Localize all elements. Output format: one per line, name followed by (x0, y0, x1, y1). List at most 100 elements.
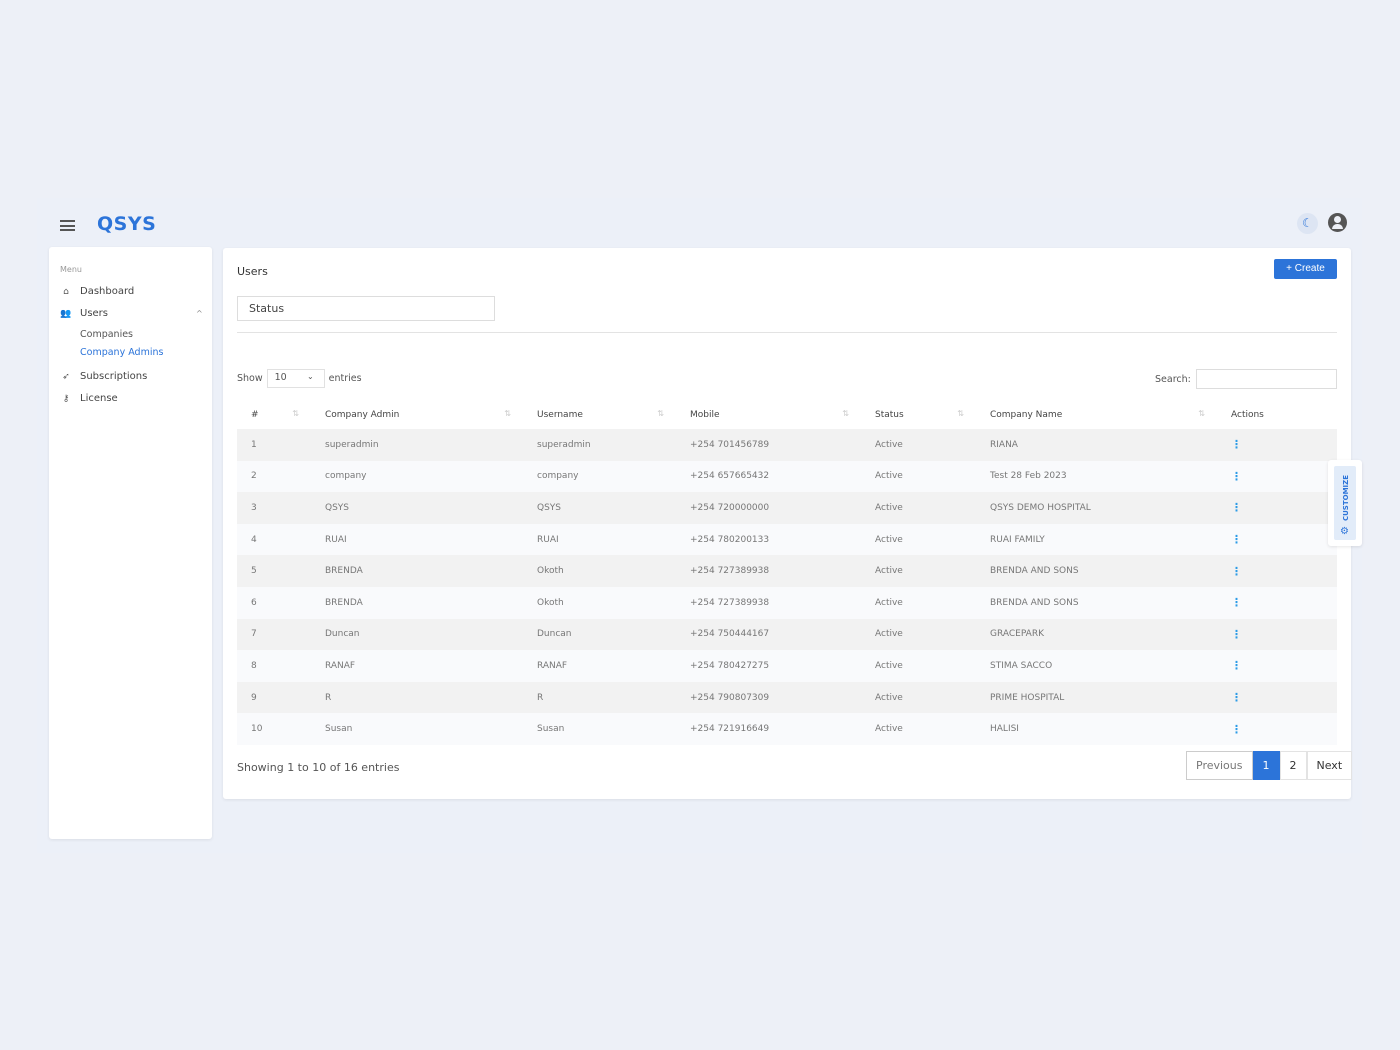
sidebar-item-companies[interactable]: Companies (80, 329, 133, 340)
table-cell: 7 (237, 618, 311, 651)
sidebar: Menu ⌂ Dashboard 👥 Users ^ Companies Compa… (49, 247, 212, 839)
table-cell: Active (861, 618, 976, 651)
actions-cell: ⋮ (1217, 492, 1337, 524)
table-cell: 9 (237, 681, 311, 714)
table-cell: company (311, 460, 523, 493)
page-size-value: 10 (274, 372, 287, 383)
table-cell: +254 750444167 (676, 618, 861, 651)
rocket-icon: ➶ (62, 371, 70, 382)
column-header[interactable]: Mobile ⇅ (676, 400, 861, 429)
table-cell: +254 721916649 (676, 713, 861, 745)
more-actions-icon[interactable]: ⋮ (1231, 723, 1242, 736)
users-card: Users + Create Status Show 10 ⌄ entries S… (223, 248, 1353, 799)
column-header-label: Actions (1231, 409, 1264, 420)
more-actions-icon[interactable]: ⋮ (1231, 501, 1242, 514)
brand-logo[interactable]: QSYS (97, 213, 156, 235)
entries-label: entries (328, 373, 362, 384)
column-header[interactable]: Company Admin ⇅ (311, 400, 523, 429)
sidebar-item-subscriptions[interactable]: ➶ Subscriptions (60, 371, 147, 382)
table-cell: 4 (237, 523, 311, 556)
column-header[interactable]: Username ⇅ (523, 400, 676, 429)
page-size-select[interactable]: 10 ⌄ (266, 369, 325, 388)
table-row: 1 superadmin superadmin +254 701456789 Activ… (237, 429, 1337, 461)
column-header[interactable]: Status ⇅ (861, 400, 976, 429)
search-input[interactable] (1195, 369, 1337, 389)
sort-icon: ⇅ (1198, 409, 1205, 418)
table-cell: QSYS (311, 492, 523, 524)
more-actions-icon[interactable]: ⋮ (1231, 533, 1242, 546)
table-cell: +254 727389938 (676, 555, 861, 587)
more-actions-icon[interactable]: ⋮ (1231, 628, 1242, 641)
table-cell: 1 (237, 429, 311, 461)
page-title: Users (237, 265, 268, 278)
table-row: 9 R R +254 790807309 Active PRIME HOSPITAL ⋮ (237, 681, 1337, 714)
plus-icon: + (1286, 263, 1293, 274)
table-cell: Active (861, 586, 976, 619)
create-button[interactable]: + Create (1274, 259, 1337, 279)
status-filter[interactable]: Status (237, 296, 495, 321)
sidebar-item-users[interactable]: 👥 Users (60, 308, 108, 319)
actions-cell: ⋮ (1217, 713, 1337, 745)
gear-icon: ⚙ (1340, 526, 1349, 537)
column-header-label: Status (875, 409, 904, 420)
table-row: 10 Susan Susan +254 721916649 Active HALISI ⋮ (237, 713, 1337, 745)
table-cell: BRENDA (311, 555, 523, 587)
next-button[interactable]: Next (1306, 751, 1353, 780)
table-cell: +254 790807309 (676, 681, 861, 714)
more-actions-icon[interactable]: ⋮ (1231, 659, 1242, 672)
sidebar-item-license[interactable]: ⚷ License (60, 393, 118, 404)
page-1-button[interactable]: 1 (1252, 751, 1280, 780)
table-row: 2 company company +254 657665432 Active Test … (237, 460, 1337, 493)
column-header-label: # (251, 409, 259, 420)
actions-cell: ⋮ (1217, 650, 1337, 682)
more-actions-icon[interactable]: ⋮ (1231, 565, 1242, 578)
more-actions-icon[interactable]: ⋮ (1231, 470, 1242, 483)
sidebar-item-dashboard[interactable]: ⌂ Dashboard (60, 286, 134, 297)
actions-cell: ⋮ (1217, 681, 1337, 714)
table-cell: +254 657665432 (676, 460, 861, 493)
column-header: Actions (1217, 400, 1337, 429)
sidebar-item-label: Subscriptions (80, 371, 148, 382)
table-cell: STIMA SACCO (976, 650, 1217, 682)
key-icon: ⚷ (62, 393, 70, 404)
sidebar-item-company-admins[interactable]: Company Admins (80, 347, 163, 358)
table-cell: BRENDA (311, 586, 523, 619)
actions-cell: ⋮ (1217, 523, 1337, 556)
more-actions-icon[interactable]: ⋮ (1231, 691, 1242, 704)
table-cell: RUAI FAMILY (976, 523, 1217, 556)
more-actions-icon[interactable]: ⋮ (1231, 596, 1242, 609)
table-cell: Duncan (523, 618, 676, 651)
actions-cell: ⋮ (1217, 586, 1337, 619)
table-cell: 5 (237, 555, 311, 587)
table-cell: +254 720000000 (676, 492, 861, 524)
user-circle-icon[interactable] (1328, 213, 1347, 232)
create-label: Create (1294, 263, 1325, 274)
actions-cell: ⋮ (1217, 555, 1337, 587)
column-header[interactable]: Company Name ⇅ (976, 400, 1217, 429)
show-label: Show (237, 373, 263, 384)
table-cell: RUAI (311, 523, 523, 556)
column-header[interactable]: # ⇅ (237, 400, 311, 429)
customize-panel-tab: CUSTOMIZE ⚙ (1334, 466, 1356, 540)
moon-icon[interactable]: ☾ (1297, 213, 1318, 234)
table-cell: Active (861, 681, 976, 714)
divider (237, 332, 1337, 333)
search-label: Search: (1155, 373, 1191, 385)
column-header-label: Username (537, 409, 583, 420)
page-2-button[interactable]: 2 (1279, 751, 1307, 780)
sort-icon: ⇅ (504, 409, 511, 418)
chevron-up-icon[interactable]: ^ (196, 309, 203, 318)
table-cell: PRIME HOSPITAL (976, 681, 1217, 714)
table-cell: BRENDA AND SONS (976, 586, 1217, 619)
table-row: 7 Duncan Duncan +254 750444167 Active GRACEPA… (237, 618, 1337, 651)
customize-button[interactable]: CUSTOMIZE ⚙ (1328, 460, 1362, 546)
more-actions-icon[interactable]: ⋮ (1231, 438, 1242, 451)
table-row: 5 BRENDA Okoth +254 727389938 Active BRENDA A… (237, 555, 1337, 587)
table-cell: GRACEPARK (976, 618, 1217, 651)
previous-button[interactable]: Previous (1186, 751, 1253, 780)
table-cell: company (523, 460, 676, 493)
hamburger-icon[interactable] (60, 220, 75, 231)
table-cell: +254 727389938 (676, 586, 861, 619)
table-cell: R (311, 681, 523, 714)
table-cell: Active (861, 650, 976, 682)
